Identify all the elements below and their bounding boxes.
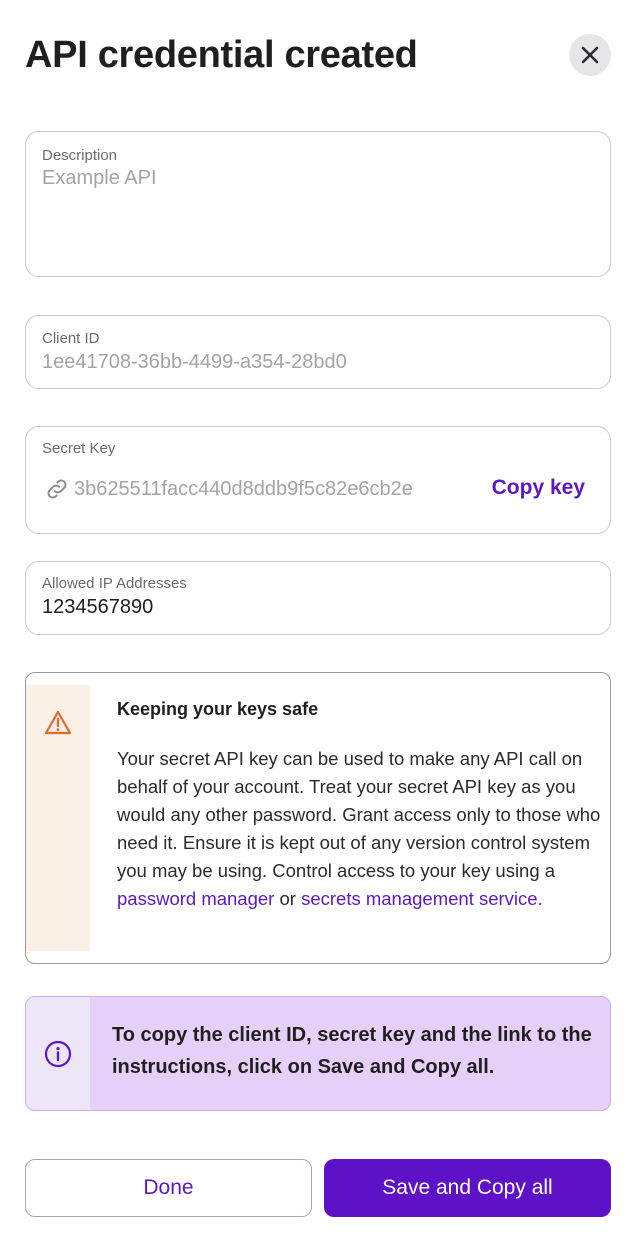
description-label: Description: [42, 147, 118, 164]
secret-key-field: Secret Key 3b625511facc440d8ddb9f5c82e6c…: [25, 426, 611, 534]
save-and-copy-all-button[interactable]: Save and Copy all: [324, 1159, 611, 1217]
page-title: API credential created: [25, 34, 418, 76]
warning-title: Keeping your keys safe: [117, 699, 319, 719]
password-manager-link[interactable]: password manager: [117, 888, 274, 909]
close-icon: [581, 46, 599, 64]
info-strip: [26, 997, 90, 1110]
allowed-ip-value: 1234567890: [42, 596, 154, 618]
warning-icon: [44, 710, 72, 735]
allowed-ip-label: Allowed IP Addresses: [42, 575, 187, 592]
description-value: Example API: [42, 167, 157, 189]
allowed-ip-field[interactable]: Allowed IP Addresses 1234567890: [25, 561, 611, 635]
link-icon: [47, 479, 67, 499]
secrets-management-link[interactable]: secrets management service.: [301, 888, 543, 909]
info-callout: To copy the client ID, secret key and th…: [25, 996, 611, 1111]
description-field[interactable]: Description Example API: [25, 131, 611, 277]
client-id-field[interactable]: Client ID 1ee41708-36bb-4499-a354-28bd0: [25, 315, 611, 389]
warning-body-text: Your secret API key can be used to make …: [117, 748, 601, 881]
done-button[interactable]: Done: [25, 1159, 312, 1217]
info-text: To copy the client ID, secret key and th…: [112, 1024, 592, 1078]
close-button[interactable]: [569, 34, 611, 76]
secret-key-value: 3b625511facc440d8ddb9f5c82e6cb2e: [74, 478, 413, 500]
client-id-label: Client ID: [42, 330, 100, 347]
warning-connector: or: [279, 888, 296, 909]
info-icon: [44, 1040, 72, 1068]
client-id-value: 1ee41708-36bb-4499-a354-28bd0: [42, 351, 347, 373]
warning-strip: [26, 685, 90, 951]
copy-key-button[interactable]: Copy key: [492, 476, 585, 500]
warning-body: Your secret API key can be used to make …: [117, 745, 607, 913]
secret-key-label: Secret Key: [42, 440, 116, 457]
warning-callout: Keeping your keys safe Your secret API k…: [25, 672, 611, 964]
